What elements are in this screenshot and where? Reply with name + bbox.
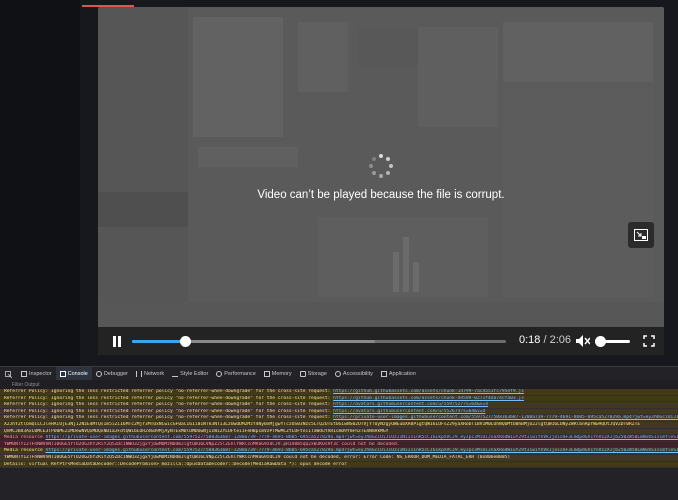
console-message-text: Referrer Policy: Ignoring the less restr… bbox=[4, 389, 334, 394]
filter-input[interactable]: Filter Output bbox=[12, 382, 40, 388]
memory-icon bbox=[263, 371, 270, 377]
pick-element-icon bbox=[5, 370, 12, 378]
current-time: 0:18 bbox=[519, 334, 541, 346]
console-output: Referrer Policy: Ignoring the less restr… bbox=[0, 389, 678, 500]
console-message-text: Referrer Policy: Ignoring the less restr… bbox=[4, 395, 334, 401]
console-message-link[interactable]: https://github.githubassets.com/assets/c… bbox=[333, 389, 524, 394]
volume-slider[interactable] bbox=[595, 336, 630, 347]
style-editor-icon bbox=[172, 371, 179, 377]
console-message-link[interactable]: https://avatars.githubusercontent.com/u/… bbox=[333, 409, 485, 414]
console-message-text: Media resource bbox=[4, 448, 46, 454]
console-message-text: YWM0NTY1ZTFhNWVhNTI0OGE5YTU2OGZhY2RiY2Q5… bbox=[4, 441, 400, 447]
volume-handle[interactable] bbox=[595, 336, 606, 347]
video-error-message: Video can’t be played because the file i… bbox=[257, 189, 505, 201]
tab-label: Network bbox=[143, 371, 165, 377]
picture-in-picture-icon bbox=[634, 229, 648, 241]
console-message-link[interactable]: https://github.githubassets.com/assets/c… bbox=[333, 396, 524, 401]
console-message-link[interactable]: https://private-user-images.githubuserco… bbox=[46, 435, 678, 440]
tab-label: Inspector bbox=[29, 371, 52, 377]
console-message-text: Referrer Policy: Ignoring the less restr… bbox=[4, 408, 334, 414]
scrubber-handle[interactable] bbox=[180, 336, 192, 347]
inspector-icon bbox=[21, 371, 27, 377]
loading-spinner-icon bbox=[369, 154, 393, 178]
tab-debugger[interactable]: Debugger bbox=[92, 367, 132, 381]
tab-performance[interactable]: Performance bbox=[212, 367, 260, 381]
console-message: X2JhY2tlbmQiLCJleHAiOjE3NjI2NzE4MTQsIm5i… bbox=[0, 421, 678, 429]
tab-style-editor[interactable]: Style Editor bbox=[168, 367, 212, 381]
duration: 2:06 bbox=[549, 334, 572, 346]
fullscreen-button[interactable] bbox=[642, 334, 656, 348]
tab-label: Style Editor bbox=[180, 371, 209, 377]
debugger-icon bbox=[95, 371, 102, 377]
storage-icon bbox=[299, 371, 306, 377]
time-display: 0:18 / 2:06 bbox=[519, 334, 571, 346]
console-message-text: QnMCJBd3AxL0MCE3TPD0MEZIMDewNVQxMDQxNDIa… bbox=[4, 428, 389, 434]
console-message-text: Referrer Policy: Ignoring the less restr… bbox=[4, 415, 334, 421]
tab-storage[interactable]: Storage bbox=[296, 367, 331, 381]
video-poster-frame bbox=[98, 7, 664, 355]
console-icon bbox=[59, 370, 66, 377]
tab-network[interactable]: Network bbox=[132, 367, 168, 381]
devtools-toolbar: Inspector Console Debugger Network Style… bbox=[0, 366, 678, 382]
application-icon bbox=[380, 371, 387, 377]
devtools-pick-element[interactable] bbox=[0, 367, 17, 381]
console-message-text: X2JhY2tlbmQiLCJleHAiOjE3NjI2NzE4MTQsIm5i… bbox=[4, 421, 641, 427]
tab-inspector[interactable]: Inspector bbox=[17, 367, 56, 381]
console-message: Media resource https://private-user-imag… bbox=[0, 448, 678, 455]
console-message: YWM0NTY1ZTFhNWVhNTI0OGE5YTU2OGZhY2RiY2Q5… bbox=[0, 441, 678, 449]
console-message-text: Referrer Policy: Ignoring the less restr… bbox=[4, 402, 334, 408]
console-message: Media resource https://private-user-imag… bbox=[0, 435, 678, 442]
console-message: Referrer Policy: Ignoring the less restr… bbox=[0, 389, 678, 396]
performance-icon bbox=[216, 371, 223, 377]
tab-label: Application bbox=[388, 371, 416, 377]
accessibility-icon bbox=[334, 371, 341, 377]
tab-label: Performance bbox=[224, 371, 256, 377]
fullscreen-icon bbox=[643, 335, 655, 347]
console-message-text: YWM0NTY1ZTFhNWVhNTI0OGE5YTU2OGZhY2RiY2Q5… bbox=[4, 454, 511, 460]
video-scrubber[interactable] bbox=[132, 336, 506, 347]
scrubber-played bbox=[132, 340, 186, 343]
tab-application[interactable]: Application bbox=[377, 367, 420, 381]
console-message: YWM0NTY1ZTFhNWVhNTI0OGE5YTU2OGZhY2RiY2Q5… bbox=[0, 454, 678, 462]
tab-label: Debugger bbox=[103, 371, 128, 377]
console-message: Referrer Policy: Ignoring the less restr… bbox=[0, 408, 678, 416]
console-message-text: Details: virtual RefPtr<MediaDataDecoder… bbox=[4, 461, 347, 467]
time-separator: / bbox=[540, 334, 550, 346]
console-message-link[interactable]: https://private-user-images.githubuserco… bbox=[46, 448, 678, 453]
tab-accessibility[interactable]: Accessibility bbox=[331, 367, 377, 381]
tab-label: Console bbox=[67, 370, 88, 377]
console-message: Details: virtual RefPtr<MediaDataDecoder… bbox=[0, 461, 678, 469]
tab-memory[interactable]: Memory bbox=[260, 367, 296, 381]
pause-button[interactable] bbox=[110, 334, 124, 348]
console-message: Referrer Policy: Ignoring the less restr… bbox=[0, 402, 678, 409]
tab-label: Accessibility bbox=[342, 371, 373, 377]
video-player[interactable]: Video can’t be played because the file i… bbox=[98, 7, 664, 355]
console-message-link[interactable]: https://private-user-images.githubuserco… bbox=[333, 415, 678, 420]
console-message: QnMCJBd3AxL0MCE3TPD0MEZIMDewNVQxMDQxNDIa… bbox=[0, 428, 678, 436]
mute-button[interactable] bbox=[576, 334, 590, 348]
console-message: Referrer Policy: Ignoring the less restr… bbox=[0, 415, 678, 422]
picture-in-picture-button[interactable] bbox=[628, 222, 654, 248]
tab-label: Memory bbox=[271, 371, 292, 377]
page-left-sidebar bbox=[0, 0, 81, 366]
console-message: Referrer Policy: Ignoring the less restr… bbox=[0, 395, 678, 403]
console-message-text: Media resource bbox=[4, 435, 46, 441]
video-controls-bar: 0:18 / 2:06 bbox=[98, 327, 664, 355]
console-message-link[interactable]: https://avatars.githubusercontent.com/u/… bbox=[333, 402, 488, 407]
speaker-muted-icon bbox=[576, 335, 590, 347]
pause-icon bbox=[113, 335, 121, 347]
tab-label: Storage bbox=[307, 371, 327, 377]
network-icon bbox=[135, 371, 142, 377]
